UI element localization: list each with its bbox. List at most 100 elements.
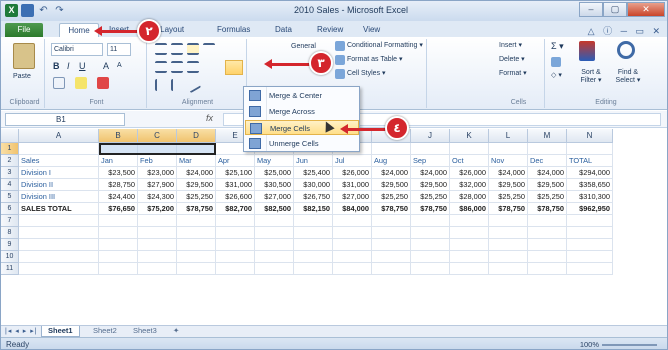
grid-cell[interactable]: Jul [333,155,372,167]
grid-cell[interactable]: $26,750 [294,191,333,203]
grid-cell[interactable] [19,251,99,263]
grid-cell[interactable] [255,251,294,263]
grid-cell[interactable] [177,251,216,263]
grid-cell[interactable]: $27,000 [333,191,372,203]
grid-cell[interactable] [255,215,294,227]
grid-cell[interactable] [567,239,613,251]
row-header[interactable]: 7 [1,215,19,227]
grid-cell[interactable] [216,215,255,227]
grid-cell[interactable] [372,263,411,275]
grid-cell[interactable]: $82,150 [294,203,333,215]
row-header[interactable]: 8 [1,227,19,239]
grid-cell[interactable]: Sep [411,155,450,167]
grid-cell[interactable] [372,227,411,239]
save-icon[interactable] [21,4,34,17]
align-top-icon[interactable] [155,43,167,55]
grid-cell[interactable]: Oct [450,155,489,167]
grid-cell[interactable] [99,251,138,263]
grid-cell[interactable] [411,263,450,275]
column-header[interactable]: N [567,129,613,143]
grid-cell[interactable]: $28,750 [99,179,138,191]
align-bottom-icon[interactable] [187,43,199,55]
font-shrink-button[interactable]: A [117,62,122,69]
grid-cell[interactable] [138,227,177,239]
row-header[interactable]: 11 [1,263,19,275]
column-header[interactable]: C [138,129,177,143]
grid-cell[interactable] [528,143,567,155]
grid-cell[interactable]: $25,250 [489,191,528,203]
grid-cell[interactable]: $27,900 [138,179,177,191]
grid-cell[interactable]: $78,750 [372,203,411,215]
grid-cell[interactable] [99,263,138,275]
sort-filter-button[interactable]: Sort & Filter ▾ [575,69,607,85]
grid-cell[interactable] [411,227,450,239]
grid-cell[interactable] [19,215,99,227]
merge-center-item[interactable]: Merge & Center [245,88,359,103]
grid-cell[interactable] [19,227,99,239]
grid-cell[interactable] [450,227,489,239]
grid-cell[interactable]: $23,000 [138,167,177,179]
grid-cell[interactable] [294,227,333,239]
grid-cell[interactable] [411,215,450,227]
grid-cell[interactable]: Aug [372,155,411,167]
grid-cell[interactable]: Feb [138,155,177,167]
grid-cell[interactable]: Sales [19,155,99,167]
sort-filter-icon[interactable] [579,41,595,61]
underline-button[interactable]: U [79,61,86,71]
font-size-combo[interactable]: 11 [107,43,131,56]
grid-cell[interactable] [567,143,613,155]
select-all-corner[interactable] [1,129,19,143]
grid-cell[interactable] [489,263,528,275]
grid-cell[interactable]: Nov [489,155,528,167]
grid-cell[interactable] [333,251,372,263]
grid-cell[interactable]: $26,000 [333,167,372,179]
grid-cell[interactable]: $78,750 [489,203,528,215]
grid-cell[interactable] [255,239,294,251]
insert-sheet-icon[interactable]: ✦ [167,326,185,337]
help-icons[interactable]: △ ⓘ ─ ▭ ✕ [588,24,663,37]
grid-cell[interactable] [567,251,613,263]
grid-cell[interactable] [255,227,294,239]
grid-cell[interactable] [216,263,255,275]
grid-cell[interactable] [489,227,528,239]
grid-cell[interactable] [294,215,333,227]
grid-cell[interactable] [216,251,255,263]
row-header[interactable]: 1 [1,143,19,155]
grid-cell[interactable]: Dec [528,155,567,167]
grid-cell[interactable] [489,215,528,227]
grid-cell[interactable]: Division II [19,179,99,191]
cell-styles-icon[interactable] [335,69,345,79]
row-header[interactable]: 9 [1,239,19,251]
grid-cell[interactable]: $26,000 [450,167,489,179]
grid-cell[interactable] [489,239,528,251]
grid-cell[interactable] [450,239,489,251]
excel-logo-icon[interactable]: X [5,4,18,17]
grid-cell[interactable]: Jun [294,155,333,167]
grid-cell[interactable]: $76,650 [99,203,138,215]
grid-cell[interactable] [372,143,411,155]
insert-cells-button[interactable]: Insert ▾ [499,41,522,49]
grid-cell[interactable] [411,239,450,251]
column-header[interactable]: D [177,129,216,143]
grid-cell[interactable] [294,263,333,275]
grid-cell[interactable] [138,239,177,251]
grid-cell[interactable]: $25,400 [294,167,333,179]
tab-view[interactable]: View [363,23,380,37]
grid-cell[interactable] [489,251,528,263]
border-icon[interactable] [53,77,65,89]
font-name-combo[interactable]: Calibri [51,43,103,56]
grid-cell[interactable]: SALES TOTAL [19,203,99,215]
grid-cell[interactable]: $23,500 [99,167,138,179]
undo-icon[interactable]: ↶ [37,4,50,17]
grid-cell[interactable] [450,263,489,275]
row-header[interactable]: 2 [1,155,19,167]
grid-cell[interactable] [528,251,567,263]
grid-cell[interactable]: $358,650 [567,179,613,191]
find-select-icon[interactable] [617,41,635,59]
grid-cell[interactable] [567,227,613,239]
conditional-formatting-icon[interactable] [335,41,345,51]
font-grow-button[interactable]: A [103,61,109,71]
tab-file[interactable]: File [5,23,43,37]
close-button[interactable]: ✕ [627,2,665,17]
grid-cell[interactable] [567,215,613,227]
